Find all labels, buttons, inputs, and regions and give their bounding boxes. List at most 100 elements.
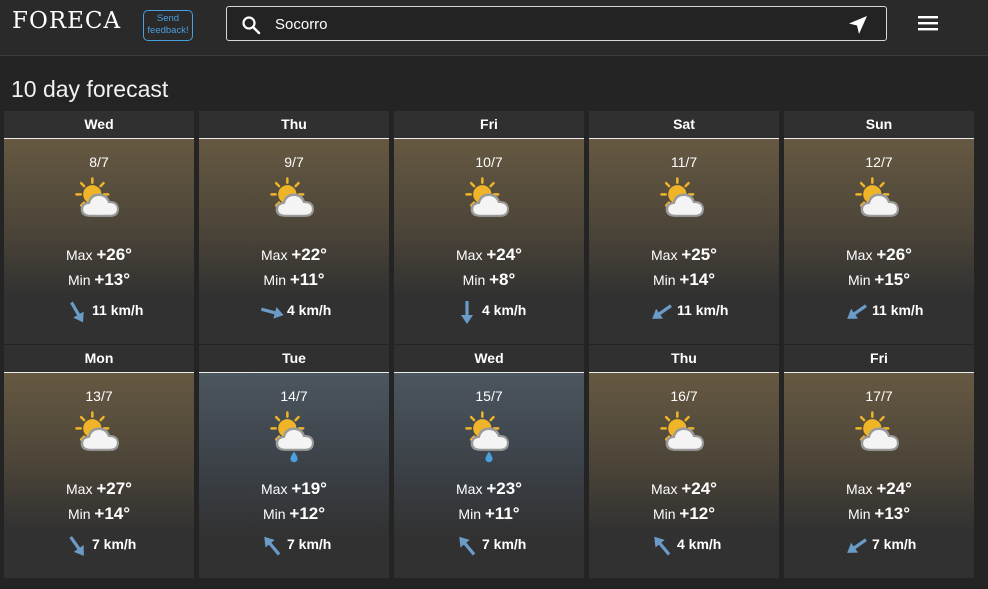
wind-direction-arrow-icon [847, 538, 867, 553]
partly-cloudy-icon [855, 177, 899, 217]
min-label: Min [262, 506, 286, 522]
min-label: Min [67, 506, 91, 522]
max-temperature: Max +24° [589, 479, 779, 499]
locate-me-icon[interactable] [847, 14, 869, 36]
day-name: Fri [480, 116, 498, 132]
day-body: 15/7 Max +23° Min +11° 7 km/h [394, 372, 584, 578]
wind-direction-arrow-icon [652, 304, 672, 319]
max-value: +25° [681, 245, 717, 264]
search-icon[interactable] [241, 15, 261, 35]
wind-info: 11 km/h [589, 297, 779, 327]
min-temperature: Min +13° [4, 270, 194, 290]
forecast-day-card[interactable]: Mon 13/7 Max +27° Min +14° 7 km/h [4, 345, 194, 578]
partly-cloudy-icon [270, 177, 314, 217]
partly-cloudy-icon [465, 177, 509, 217]
min-label: Min [67, 272, 91, 288]
wind-info: 4 km/h [394, 297, 584, 327]
max-label: Max [846, 481, 873, 497]
min-temperature: Min +11° [394, 504, 584, 524]
min-value: +15° [874, 270, 911, 289]
day-body: 8/7 Max +26° Min +13° 11 km/h [4, 138, 194, 344]
min-label: Min [652, 272, 676, 288]
max-label: Max [261, 247, 288, 263]
wind-direction-arrow-icon [847, 304, 867, 319]
foreca-logo[interactable]: FORECA [12, 8, 121, 34]
day-name: Mon [84, 350, 114, 366]
max-value: +22° [291, 245, 327, 264]
min-temperature: Min +13° [784, 504, 974, 524]
forecast-day-card[interactable]: Sun 12/7 Max +26° Min +15° 11 km/h [784, 111, 974, 344]
min-temperature: Min +8° [394, 270, 584, 290]
forecast-day-card[interactable]: Fri 17/7 Max +24° Min +13° 7 km/h [784, 345, 974, 578]
wind-direction-arrow-icon [264, 536, 281, 556]
wind-direction-arrow-icon [260, 306, 284, 319]
forecast-day-card[interactable]: Thu 16/7 Max +24° Min +12° 4 km/h [589, 345, 779, 578]
wind-info: 7 km/h [784, 531, 974, 561]
max-label: Max [66, 247, 93, 263]
max-label: Max [846, 247, 873, 263]
day-date: 15/7 [475, 388, 503, 404]
day-name: Wed [474, 350, 504, 366]
day-name: Fri [870, 350, 888, 366]
wind-speed: 4 km/h [287, 302, 332, 318]
min-label: Min [847, 272, 871, 288]
day-name: Wed [84, 116, 114, 132]
max-label: Max [66, 481, 93, 497]
forecast-day-card[interactable]: Tue 14/7 Max +19° Min +12° 7 km/h [199, 345, 389, 578]
max-temperature: Max +23° [394, 479, 584, 499]
day-date: 16/7 [670, 388, 698, 404]
search-input[interactable] [275, 13, 835, 35]
day-body: 12/7 Max +26° Min +15° 11 km/h [784, 138, 974, 344]
max-temperature: Max +26° [4, 245, 194, 265]
wind-speed: 4 km/h [482, 302, 527, 318]
day-date: 13/7 [85, 388, 113, 404]
day-date: 11/7 [670, 154, 698, 170]
day-body: 17/7 Max +24° Min +13° 7 km/h [784, 372, 974, 578]
hamburger-menu-icon[interactable] [917, 14, 939, 32]
max-value: +26° [876, 245, 912, 264]
wind-direction-arrow-icon [69, 536, 84, 556]
min-value: +14° [679, 270, 716, 289]
wind-speed: 11 km/h [92, 302, 144, 318]
day-name: Sat [673, 116, 695, 132]
min-label: Min [652, 506, 676, 522]
day-date: 17/7 [865, 388, 893, 404]
min-value: +11° [484, 504, 520, 523]
send-feedback-button[interactable]: Send feedback! [143, 10, 193, 41]
max-temperature: Max +26° [784, 245, 974, 265]
max-value: +19° [291, 479, 327, 498]
max-temperature: Max +25° [589, 245, 779, 265]
forecast-day-card[interactable]: Sat 11/7 Max +25° Min +14° 11 km/h [589, 111, 779, 344]
min-temperature: Min +12° [589, 504, 779, 524]
forecast-day-card[interactable]: Wed 8/7 Max +26° Min +13° 11 km/h [4, 111, 194, 344]
day-date: 8/7 [89, 154, 109, 170]
day-date: 10/7 [475, 154, 503, 170]
forecast-day-card[interactable]: Fri 10/7 Max +24° Min +8° 4 km/h [394, 111, 584, 344]
day-body: 16/7 Max +24° Min +12° 4 km/h [589, 372, 779, 578]
max-label: Max [261, 481, 288, 497]
page-title: 10 day forecast [11, 76, 169, 102]
max-temperature: Max +24° [784, 479, 974, 499]
wind-speed: 11 km/h [677, 302, 729, 318]
min-value: +8° [489, 270, 516, 289]
wind-info: 7 km/h [4, 531, 194, 561]
wind-direction-arrow-icon [70, 301, 84, 323]
wind-speed: 7 km/h [287, 536, 332, 552]
forecast-day-card[interactable]: Thu 9/7 Max +22° Min +11° 4 km/h [199, 111, 389, 344]
day-name: Thu [281, 116, 307, 132]
rain-shower-icon [465, 411, 509, 463]
logo-text: FORECA [12, 8, 122, 34]
partly-cloudy-icon [75, 411, 119, 451]
day-name: Sun [865, 116, 893, 132]
top-bar: FORECA Send feedback! [0, 0, 988, 56]
location-search-box [226, 6, 887, 41]
wind-speed: 7 km/h [872, 536, 917, 552]
forecast-day-card[interactable]: Wed 15/7 Max +23° Min +11° 7 km/h [394, 345, 584, 578]
wind-speed: 11 km/h [872, 302, 924, 318]
day-body: 9/7 Max +22° Min +11° 4 km/h [199, 138, 389, 344]
day-body: 14/7 Max +19° Min +12° 7 km/h [199, 372, 389, 578]
day-body: 11/7 Max +25° Min +14° 11 km/h [589, 138, 779, 344]
max-value: +24° [681, 479, 717, 498]
wind-info: 7 km/h [199, 531, 389, 561]
min-temperature: Min +14° [589, 270, 779, 290]
